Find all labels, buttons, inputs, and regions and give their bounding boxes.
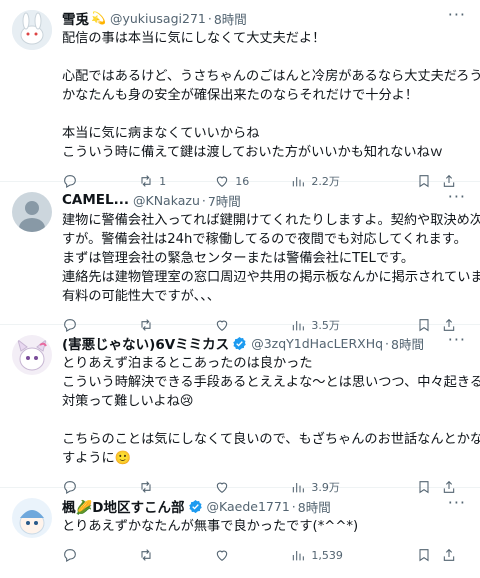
tweet-line: まずは管理会社の緊急センターまたは警備会社にTELです。 xyxy=(62,251,415,266)
action-bar: 1,539 xyxy=(62,536,464,574)
tweet-text: とりあえず泊まるとこあったのは良かった こういう時解決できる手段あるとええよな〜… xyxy=(62,354,480,468)
tweet-line: 心配ではあるけど、うさちゃんのごはんと冷房があるなら大丈夫だろうし、 xyxy=(62,69,480,84)
tweet-line: こういう時に備えて鍵は渡しておいた方がいいかも知れないねｗ xyxy=(62,145,443,160)
reply-icon xyxy=(64,549,76,562)
separator-dot: · xyxy=(201,192,206,208)
tweet-line: とりあえずかなたんが無事で良かったです(*^^*) xyxy=(62,519,359,534)
tweet-line: こちらのことは気にしなくて良いので、もざちゃんのお世話なんとかなりま xyxy=(62,432,480,447)
separator-dot: · xyxy=(385,335,390,351)
tweet-line: 連絡先は建物管理室の窓口周辺や共用の掲示板なんかに掲示されています。 xyxy=(62,270,480,285)
tweet-line: 対策って難しいよね😢 xyxy=(62,394,194,409)
tweet-text: 配信の事は本当に気にしなくて大丈夫だよ！ 心配ではあるけど、うさちゃんのごはんと… xyxy=(62,29,480,162)
tweet-time[interactable]: 8時間 xyxy=(298,497,331,516)
user-handle[interactable]: @yukiusagi271 xyxy=(110,11,206,26)
tweet-time[interactable]: 7時間 xyxy=(208,191,241,210)
tweet-line: すように🙂 xyxy=(62,451,132,466)
more-icon[interactable]: ··· xyxy=(448,332,466,348)
tweet-time[interactable]: 8時間 xyxy=(214,9,247,28)
tweet[interactable]: 雪兎 💫 @yukiusagi271 · 8時間 配信の事は本当に気にしなくて大… xyxy=(0,0,480,188)
tweet-line xyxy=(62,411,464,430)
display-name[interactable]: 雪兎 xyxy=(62,8,89,28)
reply-button[interactable] xyxy=(62,547,138,563)
views-button[interactable]: 1,539 xyxy=(290,547,366,563)
repost-button[interactable] xyxy=(138,547,214,563)
avatar[interactable] xyxy=(12,192,52,232)
share-button[interactable] xyxy=(441,547,462,563)
tweet-line: 本当に気に病まなくていいからね xyxy=(62,126,260,141)
tweet-time[interactable]: 8時間 xyxy=(391,334,424,353)
avatar[interactable] xyxy=(12,335,52,375)
repost-icon xyxy=(141,549,151,561)
tweet-text: 建物に警備会社入ってれば鍵開けてくれたりしますよ。契約や取決め次第で すが。警備… xyxy=(62,211,480,306)
display-name[interactable]: (害悪じゃない)6Vミミカス xyxy=(62,333,229,353)
user-handle[interactable]: @KNakazu xyxy=(133,193,200,208)
tweet[interactable]: (害悪じゃない)6Vミミカス @3zqY1dHacLERXHq · 8時間 とり… xyxy=(0,325,480,494)
tweet-line: 有料の可能性大ですが、、、 xyxy=(62,289,220,304)
more-icon[interactable]: ··· xyxy=(448,7,466,23)
profile-emoji: 💫 xyxy=(91,11,106,25)
tweet[interactable]: 楓🌽D地区すこん部 @Kaede1771 · 8時間 とりあえずかなたんが無事で… xyxy=(0,488,480,578)
tweet[interactable]: CAMEL... @KNakazu · 7時間 建物に警備会社入ってれば鍵開けて… xyxy=(0,182,480,332)
more-icon[interactable]: ··· xyxy=(448,495,466,511)
timeline-feed: 雪兎 💫 @yukiusagi271 · 8時間 配信の事は本当に気にしなくて大… xyxy=(0,0,480,578)
more-icon[interactable]: ··· xyxy=(448,189,466,205)
avatar[interactable] xyxy=(12,10,52,50)
like-icon xyxy=(217,550,228,561)
tweet-line: とりあえず泊まるとこあったのは良かった xyxy=(62,356,313,371)
display-name[interactable]: 楓🌽D地区すこん部 xyxy=(62,496,185,516)
tweet-line xyxy=(62,105,464,124)
separator-dot: · xyxy=(207,10,212,26)
views-icon xyxy=(293,551,305,561)
views-count: 1,539 xyxy=(311,548,343,562)
separator-dot: · xyxy=(291,498,296,514)
avatar[interactable] xyxy=(12,498,52,538)
verified-icon xyxy=(233,336,246,350)
share-icon xyxy=(443,548,455,561)
tweet-line: 配信の事は本当に気にしなくて大丈夫だよ！ xyxy=(62,31,326,46)
tweet-line: 建物に警備会社入ってれば鍵開けてくれたりしますよ。契約や取決め次第で xyxy=(62,213,480,228)
tweet-text: とりあえずかなたんが無事で良かったです(*^^*) xyxy=(62,517,464,536)
verified-icon xyxy=(188,499,202,513)
tweet-line: すが。警備会社は24hで稼働してるので夜間でも対応してくれます。 xyxy=(62,232,467,247)
tweet-line: かなたんも身の安全が確保出来たのならそれだけで十分よ！ xyxy=(62,88,419,103)
bookmark-button[interactable] xyxy=(416,547,441,563)
like-button[interactable] xyxy=(214,547,290,563)
user-handle[interactable]: @Kaede1771 xyxy=(207,499,290,514)
display-name[interactable]: CAMEL... xyxy=(62,192,129,208)
tweet-line xyxy=(62,48,464,67)
bookmark-icon xyxy=(419,549,429,562)
tweet-line: こういう時解決できる手段あるとええよな〜とは思いつつ、中々起きる前に xyxy=(62,375,480,390)
user-handle[interactable]: @3zqY1dHacLERXHq xyxy=(251,336,383,351)
